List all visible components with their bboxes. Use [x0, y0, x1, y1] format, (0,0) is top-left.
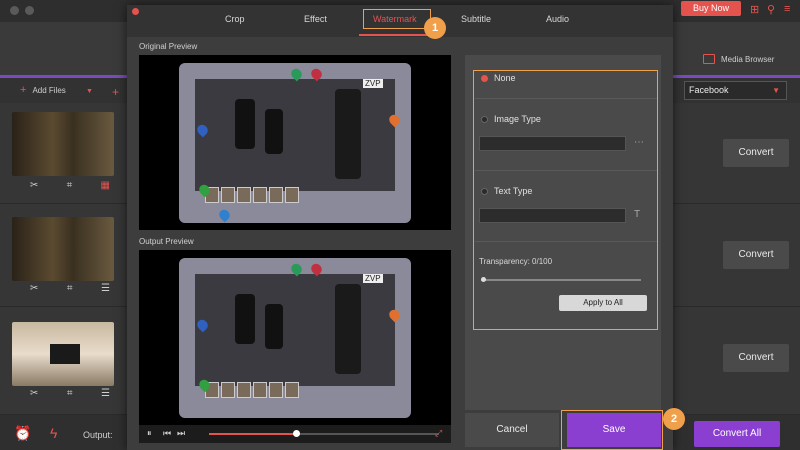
- seek-handle[interactable]: [293, 430, 301, 437]
- step-badge-1: 1: [424, 17, 446, 39]
- option-text-type[interactable]: Text Type: [481, 186, 532, 196]
- scissors-icon[interactable]: ✂: [30, 283, 38, 294]
- close-window-dot[interactable]: [10, 6, 19, 15]
- original-preview-label: Original Preview: [139, 42, 198, 51]
- add-dvd-icon[interactable]: +: [112, 85, 119, 99]
- media-browser-icon: [703, 54, 715, 64]
- file-tools: ✂ ⌗ ▦: [30, 180, 110, 191]
- buy-now-button[interactable]: Buy Now: [681, 1, 741, 16]
- settings-sliders-icon[interactable]: ☰: [101, 283, 110, 294]
- window-controls[interactable]: [10, 6, 34, 15]
- minimize-window-dot[interactable]: [25, 6, 34, 15]
- figure-shape: [335, 89, 361, 179]
- pause-icon[interactable]: ⏸: [147, 428, 152, 439]
- tab-effect[interactable]: Effect: [304, 14, 327, 24]
- options-highlight-box: [473, 70, 658, 330]
- original-preview: ZVP: [139, 55, 451, 230]
- add-files-label: Add Files: [32, 86, 66, 95]
- step-badge-2: 2: [663, 408, 685, 430]
- seek-progress: [209, 433, 297, 435]
- radio-selected-icon: [481, 74, 488, 82]
- effects-icon[interactable]: ▦: [101, 180, 110, 191]
- alarm-clock-icon[interactable]: ⏰: [14, 425, 31, 442]
- preview-screen: [195, 274, 395, 386]
- save-highlight-box: [561, 410, 663, 450]
- apply-to-all-button[interactable]: Apply to All: [559, 295, 647, 311]
- option-divider: [475, 170, 657, 171]
- radio-icon: [481, 187, 488, 195]
- seek-bar[interactable]: [209, 430, 439, 437]
- watermark-highlight-box: [363, 9, 431, 29]
- file-tools: ✂ ⌗ ☰: [30, 283, 110, 294]
- convert-button[interactable]: Convert: [723, 139, 789, 167]
- user-icon[interactable]: ⚲: [767, 3, 775, 16]
- crop-icon[interactable]: ⌗: [67, 180, 73, 191]
- option-none-label: None: [494, 73, 516, 83]
- output-preview-label: Output Preview: [139, 237, 194, 246]
- image-path-field[interactable]: [479, 136, 626, 151]
- fullscreen-icon[interactable]: ⤢: [435, 428, 442, 439]
- player-controls: ⏸ ⏮ ⏭ ⤢: [139, 425, 451, 443]
- scissors-icon[interactable]: ✂: [30, 180, 38, 191]
- cancel-button[interactable]: Cancel: [465, 413, 559, 447]
- tab-subtitle[interactable]: Subtitle: [461, 14, 491, 24]
- transparency-slider-handle[interactable]: [481, 277, 486, 282]
- add-files-dropdown-icon[interactable]: ▼: [86, 88, 93, 95]
- next-frame-icon[interactable]: ⏭: [177, 428, 185, 439]
- output-label: Output:: [83, 430, 113, 440]
- radio-icon: [481, 115, 488, 123]
- preview-thumb-strip: [205, 382, 299, 398]
- figure-shape: [235, 99, 255, 149]
- file-tools: ✂ ⌗ ☰: [30, 388, 110, 399]
- convert-button[interactable]: Convert: [723, 344, 789, 372]
- crop-icon[interactable]: ⌗: [67, 283, 73, 294]
- preview-frame: ZVP: [179, 258, 411, 418]
- app-window: Buy Now ⊞ ⚲ ≡ Media Browser + Add Files ▼…: [0, 0, 800, 450]
- target-format-value: Facebook: [689, 85, 729, 95]
- text-t-icon[interactable]: T: [634, 209, 640, 220]
- lightning-icon[interactable]: ϟ: [50, 425, 57, 441]
- ellipsis-icon[interactable]: ⋯: [634, 137, 644, 148]
- preview-overlay-text: ZVP: [363, 79, 383, 88]
- dialog-close-dot[interactable]: [132, 8, 139, 15]
- gift-icon[interactable]: ⊞: [750, 3, 759, 16]
- tab-audio[interactable]: Audio: [546, 14, 569, 24]
- settings-sliders-icon[interactable]: ☰: [101, 388, 110, 399]
- transparency-label: Transparency: 0/100: [479, 257, 553, 266]
- figure-shape: [265, 304, 283, 349]
- scissors-icon[interactable]: ✂: [30, 388, 38, 399]
- video-thumbnail[interactable]: [12, 112, 114, 176]
- figure-shape: [235, 294, 255, 344]
- watermark-text-field[interactable]: [479, 208, 626, 223]
- chevron-down-icon: ▼: [772, 86, 780, 95]
- convert-all-button[interactable]: Convert All: [694, 421, 780, 447]
- preview-frame: ZVP: [179, 63, 411, 223]
- media-browser-label: Media Browser: [721, 54, 775, 64]
- previous-frame-icon[interactable]: ⏮: [163, 428, 171, 439]
- plus-icon: +: [20, 84, 27, 96]
- crop-icon[interactable]: ⌗: [67, 388, 73, 399]
- option-divider: [475, 241, 657, 242]
- tv-shape: [50, 344, 80, 364]
- video-thumbnail[interactable]: [12, 217, 114, 281]
- option-divider: [475, 98, 657, 99]
- preview-overlay-text: ZVP: [363, 274, 383, 283]
- media-browser-button[interactable]: Media Browser: [703, 54, 774, 64]
- figure-shape: [265, 109, 283, 154]
- option-image-type[interactable]: Image Type: [481, 114, 541, 124]
- tab-crop[interactable]: Crop: [225, 14, 245, 24]
- target-format-select[interactable]: Facebook ▼: [684, 81, 787, 100]
- preview-screen: [195, 79, 395, 191]
- option-text-type-label: Text Type: [494, 186, 533, 196]
- option-none[interactable]: None: [481, 73, 516, 83]
- transparency-slider[interactable]: [481, 277, 641, 282]
- add-files-button[interactable]: + Add Files: [20, 84, 66, 96]
- output-preview: ZVP: [139, 250, 451, 425]
- option-image-type-label: Image Type: [494, 114, 541, 124]
- preview-thumb-strip: [205, 187, 299, 203]
- figure-shape: [335, 284, 361, 374]
- video-thumbnail[interactable]: [12, 322, 114, 386]
- convert-button[interactable]: Convert: [723, 241, 789, 269]
- menu-icon[interactable]: ≡: [784, 3, 790, 15]
